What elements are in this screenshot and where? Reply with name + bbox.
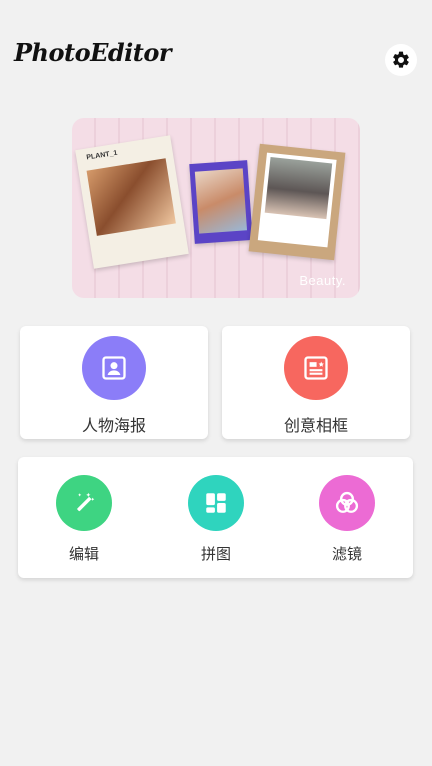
filter-tool-label: 滤镜 (331, 545, 362, 563)
banner-photo-inner (257, 152, 337, 248)
frame-feature-card[interactable]: 创意相框 (222, 326, 410, 439)
magic-wand-icon-circle (56, 475, 112, 531)
banner-caption: Beauty. (299, 273, 346, 288)
frame-feature-label: 创意相框 (283, 416, 348, 435)
banner-photo-image (86, 158, 176, 236)
frame-feature: 创意相框 (222, 336, 410, 436)
filter-tool[interactable]: 滤镜 (301, 475, 393, 564)
gear-icon (393, 51, 409, 68)
collage-tool[interactable]: 拼图 (170, 475, 262, 564)
collage-icon-circle (188, 475, 244, 531)
magic-wand-icon (77, 492, 95, 512)
settings-button[interactable] (385, 44, 417, 76)
filter-icon (335, 491, 359, 513)
banner-photo-frame-kraft (248, 143, 346, 261)
banner-photo-polaroid: PLANT_1 (75, 135, 189, 269)
tools-card: 编辑 拼图 滤镜 (18, 457, 413, 578)
frame-icon-circle (284, 336, 348, 400)
collage-icon (206, 493, 226, 513)
banner-photo-label: PLANT_1 (86, 149, 118, 162)
promo-banner[interactable]: PLANT_1 Beauty. (72, 118, 360, 298)
poster-feature: 人物海报 (20, 336, 208, 436)
frame-icon (304, 356, 328, 380)
poster-feature-card[interactable]: 人物海报 (20, 326, 208, 439)
banner-photo-image (194, 168, 248, 234)
edit-tool-label: 编辑 (68, 545, 99, 563)
edit-tool[interactable]: 编辑 (38, 475, 130, 564)
banner-photo-image (264, 156, 333, 220)
app-screen: PhotoEditor PLANT_1 Beauty. 人物海报 创意相框 编辑… (0, 0, 432, 766)
portrait-icon-circle (82, 336, 146, 400)
banner-photo-frame-blue (189, 160, 253, 244)
portrait-icon (102, 356, 126, 380)
poster-feature-label: 人物海报 (81, 416, 146, 435)
filter-icon-circle (319, 475, 375, 531)
app-title: PhotoEditor (14, 38, 172, 67)
collage-tool-label: 拼图 (200, 545, 231, 563)
